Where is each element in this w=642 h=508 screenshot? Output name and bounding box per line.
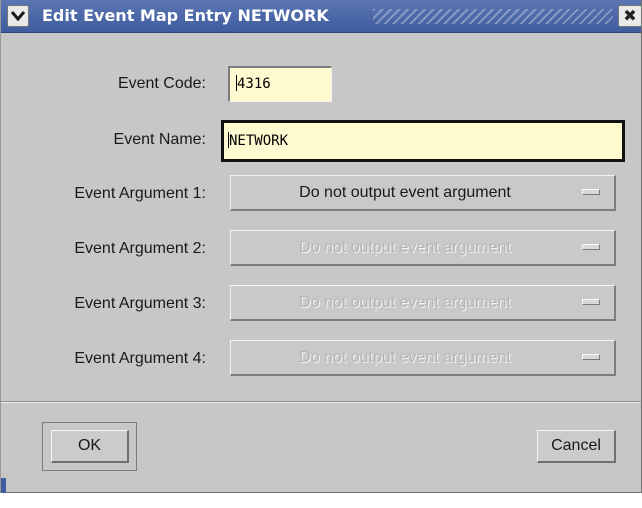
event-argument-1-label: Event Argument 1: [74,185,206,202]
event-name-label: Event Name: [113,131,206,148]
option-menu-indicator-icon [582,244,600,250]
title-bar[interactable]: Edit Event Map Entry NETWORK ✖ [1,0,642,33]
window-menu-button[interactable] [7,5,29,27]
event-code-input[interactable]: 4316 [228,66,332,102]
event-argument-4-select[interactable]: Do not output event argument [230,340,616,376]
ok-button[interactable]: OK [51,430,129,463]
chevron-down-icon [11,11,25,21]
event-argument-2-select[interactable]: Do not output event argument [230,230,616,266]
event-name-value: NETWORK [229,133,289,149]
option-menu-indicator-icon [582,354,600,360]
event-argument-3-select[interactable]: Do not output event argument [230,285,616,321]
divider [1,401,641,403]
option-menu-indicator-icon [582,189,600,195]
event-argument-3-value: Do not output event argument [299,294,511,311]
event-code-label: Event Code: [117,75,206,92]
event-argument-4-label: Event Argument 4: [74,350,206,367]
event-argument-2-label: Event Argument 2: [74,240,206,257]
cancel-button[interactable]: Cancel [537,430,616,463]
option-menu-indicator-icon [582,299,600,305]
event-code-value: 4316 [237,76,271,92]
event-argument-2-value: Do not output event argument [299,239,511,256]
window-frame-edge [1,478,6,493]
event-argument-1-value: Do not output event argument [299,184,511,201]
event-argument-1-select[interactable]: Do not output event argument [230,175,616,211]
event-argument-3-label: Event Argument 3: [74,295,206,312]
window-title: Edit Event Map Entry NETWORK [42,6,329,25]
close-button[interactable]: ✖ [618,5,642,27]
title-bar-grip [373,9,613,24]
edit-event-map-dialog: Edit Event Map Entry NETWORK ✖ Event Cod… [0,0,642,493]
desktop-background [0,493,642,508]
close-icon: ✖ [623,6,637,25]
event-name-input[interactable]: NETWORK [221,120,625,162]
event-argument-4-value: Do not output event argument [299,349,511,366]
